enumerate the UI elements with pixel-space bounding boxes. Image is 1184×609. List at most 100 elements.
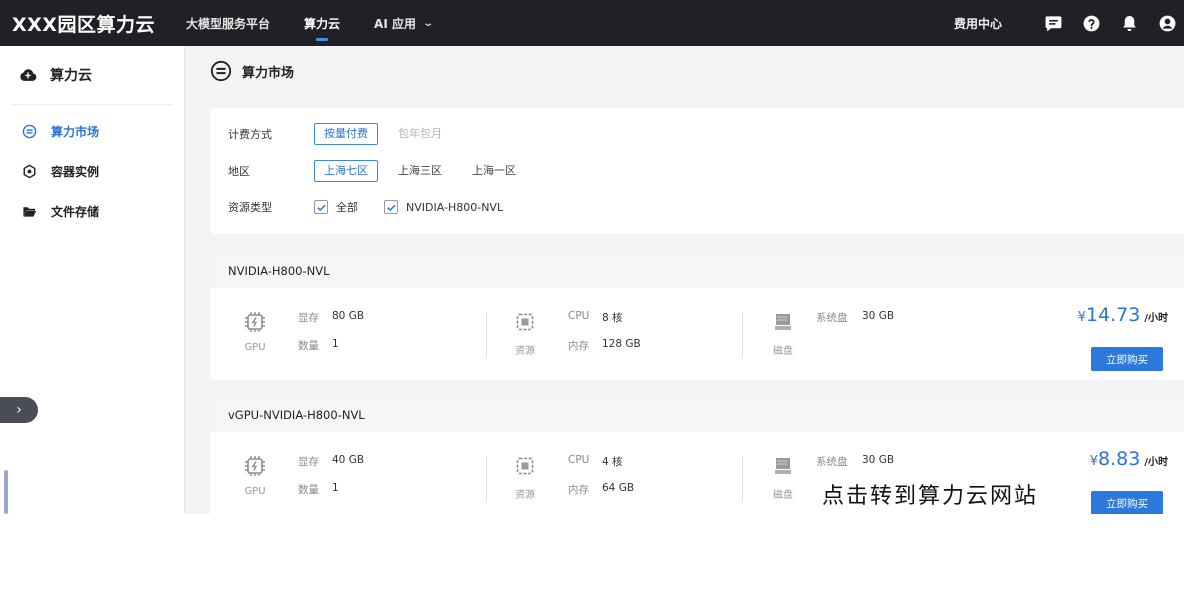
sidebar-item-market-label: 算力市场 [51,124,100,139]
fee-center-link[interactable]: 费用中心 [954,15,1002,32]
resource-check-all[interactable]: 全部 [314,199,358,215]
sidebar: 算力云 算力市场 容器实例 文件存储 › [0,46,185,514]
container-icon [21,163,37,179]
page-title: 算力市场 [210,60,294,82]
card-title: NVIDIA-H800-NVL [210,254,1184,288]
chevron-right-icon: › [16,402,22,418]
market-icon [21,123,37,139]
buy-now-button[interactable]: 立即购买 [1091,347,1163,371]
nav-compute-cloud-label: 算力云 [304,16,341,31]
page-title-label: 算力市场 [242,65,295,81]
count-value: 1 [332,338,339,350]
count-label: 数量 [298,484,319,496]
system-disk-label: 系统盘 [816,456,848,468]
nav-compute-cloud[interactable]: 算力云 [304,0,340,46]
billing-option-subscription[interactable]: 包年包月 [388,123,452,145]
folder-icon [21,203,37,219]
cpu-value: 4 核 [602,456,623,468]
price: ¥14.73/小时 [1078,304,1168,326]
sidebar-collapse-button[interactable]: › [0,397,38,423]
disk-icon [775,314,791,330]
cpu-chip-icon [516,457,534,475]
resource-caption: 资源 [515,490,535,501]
filter-resource: 资源类型 全部 NVIDIA-H800-NVL [228,196,529,218]
count-label: 数量 [298,340,319,352]
nav-llm-platform[interactable]: 大模型服务平台 [186,0,270,46]
system-disk-value: 30 GB [862,454,895,466]
sidebar-title-label: 算力云 [50,68,92,84]
product-card: NVIDIA-H800-NVL GPU 显存 80 GB 数量 1 资源 CPU… [210,254,1184,380]
spec-divider [486,312,487,358]
market-icon [210,60,232,82]
price-unit: /小时 [1144,313,1168,324]
chevron-down-icon: ⌄ [422,17,435,29]
help-icon[interactable] [1080,12,1102,34]
sidebar-item-containers-label: 容器实例 [51,164,100,179]
cloud-icon [20,69,37,81]
resource-check-h800-label: NVIDIA-H800-NVL [406,200,504,214]
filter-billing: 计费方式 按量付费 包年包月 [228,123,462,145]
top-actions: 费用中心 [954,0,1184,46]
cpu-label: CPU [568,310,590,322]
disk-caption: 磁盘 [773,346,793,357]
memory-value: 64 GB [602,482,635,494]
filter-panel: 计费方式 按量付费 包年包月 地区 上海七区 上海三区 上海一区 资源类型 全部… [210,108,1184,234]
sidebar-item-storage-label: 文件存储 [51,204,100,219]
disk-caption: 磁盘 [773,490,793,501]
memory-label: 内存 [568,484,589,496]
system-disk-label: 系统盘 [816,312,848,324]
sidebar-item-storage[interactable]: 文件存储 [0,191,184,231]
top-bar: XXX园区算力云 大模型服务平台 算力云 AI 应用 ⌄ 费用中心 [0,0,1184,46]
buy-now-button[interactable]: 立即购买 [1091,491,1163,514]
vram-label: 显存 [298,312,319,324]
price-value: 8.83 [1098,448,1141,470]
nav-ai-apps-label: AI 应用 [374,16,416,31]
price-value: 14.73 [1085,304,1141,326]
spec-divider [486,456,487,502]
price-unit: /小时 [1144,457,1168,468]
spec-divider [742,312,743,358]
checkbox-checked-icon [314,200,328,214]
gpu-caption: GPU [244,486,266,497]
filter-region: 地区 上海七区 上海三区 上海一区 [228,160,536,182]
vram-value: 80 GB [332,310,365,322]
region-option-shanghai-7[interactable]: 上海七区 [314,160,378,182]
spec-divider [742,456,743,502]
memory-value: 128 GB [602,338,641,350]
sidebar-scrollbar[interactable] [4,470,8,514]
region-option-shanghai-3[interactable]: 上海三区 [388,160,452,182]
app-window: XXX园区算力云 大模型服务平台 算力云 AI 应用 ⌄ 费用中心 算力云 算力… [0,0,1184,514]
nav-ai-apps[interactable]: AI 应用 ⌄ [374,0,435,46]
top-nav: 大模型服务平台 算力云 AI 应用 ⌄ [186,0,466,46]
user-avatar-icon[interactable] [1156,12,1178,34]
billing-option-pay-as-you-go[interactable]: 按量付费 [314,123,378,145]
filter-billing-label: 计费方式 [228,128,272,141]
count-value: 1 [332,482,339,494]
disk-icon [775,458,791,474]
cpu-value: 8 核 [602,312,623,324]
cpu-label: CPU [568,454,590,466]
sidebar-title: 算力云 [0,46,184,104]
vram-label: 显存 [298,456,319,468]
region-option-shanghai-1[interactable]: 上海一区 [462,160,526,182]
bell-icon[interactable] [1118,12,1140,34]
filter-resource-label: 资源类型 [228,201,272,214]
memory-label: 内存 [568,340,589,352]
goto-compute-cloud-caption[interactable]: 点击转到算力云网站 [822,478,1039,510]
nav-llm-platform-label: 大模型服务平台 [186,16,271,31]
resource-check-h800[interactable]: NVIDIA-H800-NVL [384,200,503,214]
main-content: 算力市场 计费方式 按量付费 包年包月 地区 上海七区 上海三区 上海一区 资源… [186,46,1184,514]
filter-region-label: 地区 [228,165,250,178]
card-title: vGPU-NVIDIA-H800-NVL [210,398,1184,432]
gpu-chip-icon [245,312,265,332]
cpu-chip-icon [516,313,534,331]
currency-symbol: ¥ [1077,310,1086,325]
resource-caption: 资源 [515,346,535,357]
sidebar-item-market[interactable]: 算力市场 [0,111,184,151]
gpu-chip-icon [245,456,265,476]
message-icon[interactable] [1042,12,1064,34]
brand-title[interactable]: XXX园区算力云 [0,10,186,37]
price: ¥8.83/小时 [1090,448,1168,470]
system-disk-value: 30 GB [862,310,895,322]
sidebar-item-containers[interactable]: 容器实例 [0,151,184,191]
